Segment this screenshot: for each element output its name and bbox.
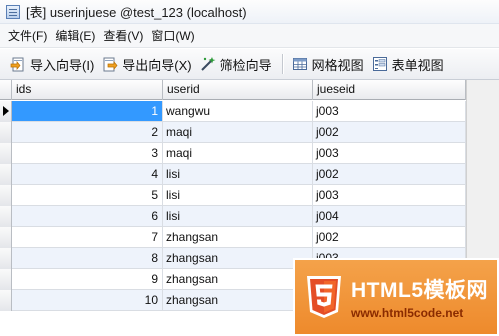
current-row-arrow-icon [3, 106, 9, 116]
menu-edit[interactable]: 编辑(E) [51, 27, 99, 44]
grid-view-label: 网格视图 [311, 57, 364, 73]
form-view-label: 表单视图 [391, 57, 444, 73]
import-icon [10, 57, 24, 72]
table-row[interactable]: 3 maqi j003 [0, 143, 466, 164]
menu-bar: 文件(F) 编辑(E) 查看(V) 窗口(W) [0, 24, 499, 48]
cell-userid[interactable]: zhangsan [163, 290, 313, 310]
row-indicator[interactable] [0, 164, 12, 185]
cell-userid[interactable]: lisi [163, 164, 313, 184]
cell-userid[interactable]: zhangsan [163, 227, 313, 247]
header-corner [0, 80, 12, 100]
table-row[interactable]: 6 lisi j004 [0, 206, 466, 227]
row-indicator[interactable] [0, 227, 12, 248]
cell-userid[interactable]: maqi [163, 122, 313, 142]
filter-wizard-button[interactable]: 筛检向导 [196, 52, 276, 76]
cell-ids[interactable]: 7 [12, 227, 163, 247]
watermark-text: HTML5模板网 www.html5code.net [351, 274, 488, 320]
toolbar-separator [281, 54, 283, 74]
table-icon [6, 4, 20, 19]
grid-view-icon [292, 58, 307, 70]
menu-view[interactable]: 查看(V) [99, 27, 147, 44]
export-wizard-button[interactable]: 导出向导(X) [98, 52, 195, 76]
column-header-userid[interactable]: userid [163, 80, 313, 100]
cell-userid[interactable]: lisi [163, 206, 313, 226]
cell-jueseid[interactable]: j004 [313, 206, 466, 226]
cell-jueseid[interactable]: j002 [313, 122, 466, 142]
window-title: [表] userinjuese @test_123 (localhost) [26, 5, 247, 20]
row-indicator[interactable] [0, 185, 12, 206]
grid-view-button[interactable]: 网格视图 [288, 52, 368, 76]
cell-ids[interactable]: 4 [12, 164, 163, 184]
row-indicator[interactable] [0, 206, 12, 227]
cell-jueseid[interactable]: j003 [313, 143, 466, 163]
cell-ids[interactable]: 6 [12, 206, 163, 226]
grid-header: ids userid jueseid [0, 80, 466, 100]
export-icon [103, 57, 118, 72]
cell-ids[interactable]: 3 [12, 143, 163, 163]
filter-wand-icon [200, 57, 216, 71]
column-header-jueseid[interactable]: jueseid [313, 80, 466, 100]
row-indicator[interactable] [0, 290, 12, 311]
cell-jueseid[interactable]: j003 [313, 185, 466, 205]
cell-ids[interactable]: 8 [12, 248, 163, 268]
row-indicator[interactable] [0, 269, 12, 290]
title-bar: [表] userinjuese @test_123 (localhost) [0, 0, 499, 24]
cell-ids[interactable]: 10 [12, 290, 163, 310]
export-wizard-label: 导出向导(X) [122, 57, 192, 73]
import-wizard-label: 导入向导(I) [30, 57, 95, 73]
cell-jueseid[interactable]: j002 [313, 227, 466, 247]
menu-file[interactable]: 文件(F) [4, 27, 51, 44]
form-view-button[interactable]: 表单视图 [368, 52, 448, 76]
watermark-title: HTML5模板网 [351, 279, 488, 302]
cell-userid[interactable]: zhangsan [163, 248, 313, 268]
cell-jueseid[interactable]: j003 [313, 101, 466, 121]
row-indicator[interactable] [0, 101, 12, 122]
table-row[interactable]: 1 wangwu j003 [0, 101, 466, 122]
html5-shield-icon [307, 276, 341, 318]
cell-ids[interactable]: 1 [12, 101, 163, 121]
table-row[interactable]: 5 lisi j003 [0, 185, 466, 206]
cell-userid[interactable]: wangwu [163, 101, 313, 121]
form-view-icon [372, 57, 387, 71]
watermark-url: www.html5code.net [351, 306, 464, 320]
table-row[interactable]: 4 lisi j002 [0, 164, 466, 185]
import-wizard-button[interactable]: 导入向导(I) [6, 52, 98, 76]
cell-ids[interactable]: 2 [12, 122, 163, 142]
table-row[interactable]: 7 zhangsan j002 [0, 227, 466, 248]
row-indicator[interactable] [0, 122, 12, 143]
menu-window[interactable]: 窗口(W) [147, 27, 198, 44]
cell-ids[interactable]: 5 [12, 185, 163, 205]
cell-userid[interactable]: zhangsan [163, 269, 313, 289]
watermark-banner: HTML5模板网 www.html5code.net [293, 258, 499, 336]
table-row[interactable]: 2 maqi j002 [0, 122, 466, 143]
toolbar: 导入向导(I) 导出向导(X) 筛检向导 网格视图 表单视图 [0, 49, 499, 80]
column-header-ids[interactable]: ids [12, 80, 163, 100]
cell-ids[interactable]: 9 [12, 269, 163, 289]
cell-userid[interactable]: maqi [163, 143, 313, 163]
filter-wizard-label: 筛检向导 [219, 57, 272, 73]
row-indicator[interactable] [0, 143, 12, 164]
row-indicator[interactable] [0, 248, 12, 269]
cell-userid[interactable]: lisi [163, 185, 313, 205]
cell-jueseid[interactable]: j002 [313, 164, 466, 184]
